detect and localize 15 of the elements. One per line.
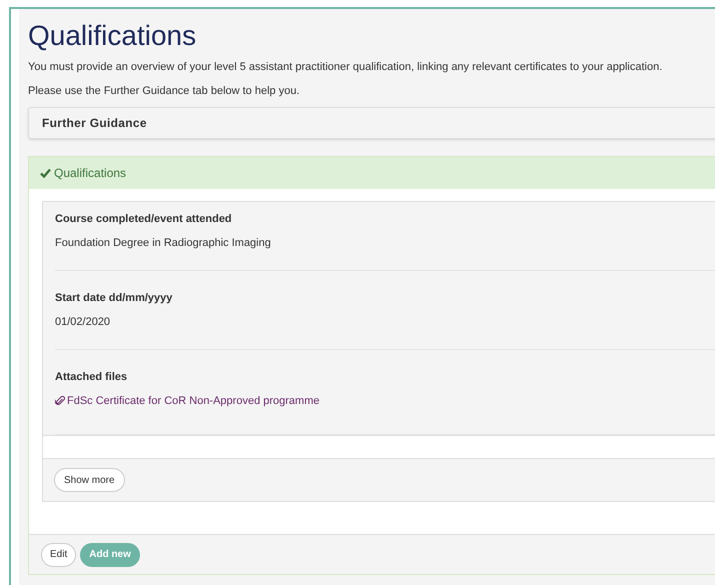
page-title: Qualifications bbox=[28, 19, 198, 53]
intro-text: Please use the Further Guidance tab below to help you. bbox=[28, 84, 301, 98]
paperclip-icon bbox=[55, 396, 65, 406]
field-value: 01/02/2020 bbox=[55, 315, 112, 329]
intro-text: You must provide an overview of your level 5 assistant practitioner qualification, linking any relevant certificates to your application. bbox=[28, 60, 664, 74]
edit-button[interactable]: Edit bbox=[41, 542, 76, 566]
panel-title: Qualifications bbox=[54, 165, 126, 182]
field-label: Attached files bbox=[55, 370, 128, 384]
guidance-tab[interactable]: Further Guidance bbox=[42, 114, 147, 132]
field-label: Course completed/event attended bbox=[55, 212, 233, 226]
field-label: Start date dd/mm/yyyy bbox=[55, 291, 174, 305]
field-value: Foundation Degree in Radiographic Imaging bbox=[55, 236, 272, 250]
show-more-button[interactable]: Show more bbox=[54, 468, 125, 492]
file-link[interactable]: FdSc Certificate for CoR Non-Approved programme bbox=[55, 394, 320, 408]
guidance-panel[interactable]: Further Guidance bbox=[28, 107, 715, 139]
